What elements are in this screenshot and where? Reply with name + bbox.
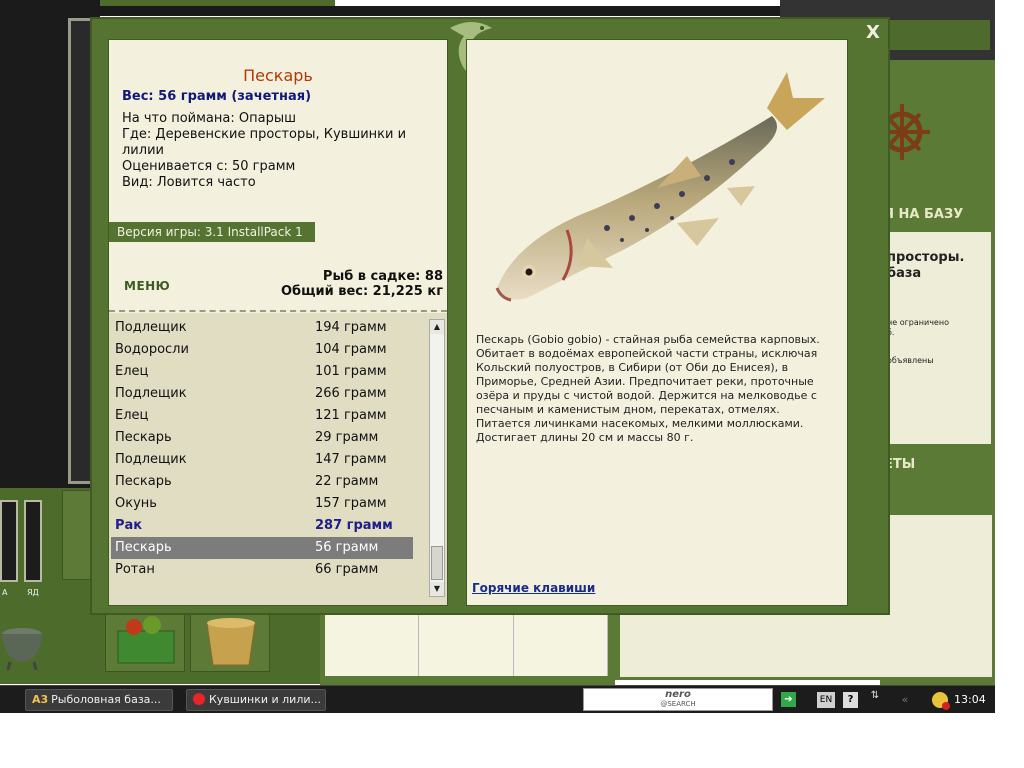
catch-weight: 157 грамм (315, 496, 387, 511)
catch-list-item[interactable]: Подлещик 194 грамм (111, 317, 413, 339)
catch-name: Елец (115, 408, 149, 423)
catch-weight: 104 грамм (315, 342, 387, 357)
bg-cells (325, 614, 608, 676)
bg-meter (0, 500, 18, 582)
bg-meter-label: А (2, 588, 8, 597)
catch-name: Рак (115, 518, 143, 533)
catch-weight: 147 грамм (315, 452, 387, 467)
taskbar: А3 Рыболовная база... Кувшинки и лили... … (0, 685, 995, 713)
security-warning-icon[interactable] (932, 692, 950, 710)
fish-details-panel: Пескарь Вес: 56 грамм (зачетная) На что … (108, 39, 448, 606)
catch-weight: 121 грамм (315, 408, 387, 423)
hotkeys-link[interactable]: Горячие клавиши (472, 581, 595, 595)
fish-bait: На что поймана: Опарыш (122, 111, 296, 126)
catch-weight: 66 грамм (315, 562, 379, 577)
close-button[interactable]: X (862, 22, 884, 44)
bg-cell[interactable] (325, 614, 420, 676)
scroll-up-icon[interactable]: ▲ (430, 320, 444, 334)
catch-weight: 287 грамм (315, 518, 393, 533)
catch-list-item[interactable]: Подлещик 266 грамм (111, 383, 413, 405)
catch-list: Подлещик 194 грамм Водоросли 104 грамм Еле… (111, 317, 413, 581)
fish-weight: Вес: 56 грамм (зачетная) (122, 89, 312, 104)
fish-description: Пескарь (Gobio gobio) - стайная рыба сем… (476, 333, 820, 444)
taskbar-item-opera[interactable]: Кувшинки и лили... (186, 689, 326, 711)
catch-list-item[interactable]: Водоросли 104 грамм (111, 339, 413, 361)
taskbar-item-label: Кувшинки и лили... (209, 693, 321, 706)
nero-search-label: @SEARCH (660, 700, 696, 708)
fish-frequency: Вид: Ловится часто (122, 175, 256, 190)
catch-weight: 194 грамм (315, 320, 387, 335)
network-icon[interactable]: ⇅ (868, 690, 882, 708)
bg-cell[interactable] (514, 614, 608, 676)
scroll-down-icon[interactable]: ▼ (430, 582, 444, 596)
catch-name: Пескарь (115, 430, 172, 445)
catch-name: Подлещик (115, 452, 187, 467)
bg-card-small-text-2: объявлены (887, 356, 934, 365)
catch-name: Водоросли (115, 342, 189, 357)
catch-list-item[interactable]: Елец 101 грамм (111, 361, 413, 383)
version-label: Версия игры: 3.1 InstallPack 1 (109, 222, 315, 242)
scroll-thumb[interactable] (431, 546, 443, 580)
fish-info: На что поймана: Опарыш Где: Деревенские … (122, 111, 432, 191)
catch-name: Подлещик (115, 386, 187, 401)
fish-location: Где: Деревенские просторы, Кувшинки и ли… (122, 127, 411, 158)
catch-list-item[interactable]: Пескарь 22 грамм (111, 471, 413, 493)
catch-list-area: Подлещик 194 грамм Водоросли 104 грамм Еле… (109, 313, 447, 605)
catch-name: Елец (115, 364, 149, 379)
catch-name: Пескарь (115, 474, 172, 489)
bg-meter (24, 500, 42, 582)
taskbar-item-label: Рыболовная база... (51, 693, 161, 706)
bg-meter-label: ЯД (27, 588, 39, 597)
a3-app-icon: А3 (32, 693, 49, 706)
bg-cell[interactable] (419, 614, 514, 676)
menu-button[interactable]: МЕНЮ (124, 279, 170, 293)
catch-name: Подлещик (115, 320, 187, 335)
go-arrow-icon[interactable]: ➔ (781, 692, 796, 707)
fish-count: Рыб в садке: 88 (322, 269, 443, 284)
pot-icon[interactable] (0, 612, 46, 670)
catch-list-item[interactable]: Пескарь 29 грамм (111, 427, 413, 449)
opera-icon (193, 693, 205, 705)
catch-weight: 29 грамм (315, 430, 379, 445)
taskbar-item-fishing-base[interactable]: А3 Рыболовная база... (25, 689, 173, 711)
divider (109, 310, 447, 312)
bg-right-card: просторы. база не ограничено б. объявлен… (885, 232, 991, 444)
nero-search-box[interactable]: nero @SEARCH (583, 688, 773, 711)
gudgeon-fish-image (495, 72, 825, 302)
taskbar-clock: 13:04 (954, 693, 986, 706)
language-indicator[interactable]: EN (817, 692, 835, 708)
fish-title: Пескарь (243, 66, 313, 85)
catch-list-item[interactable]: Елец 121 грамм (111, 405, 413, 427)
catch-list-item[interactable]: Ротан 66 грамм (111, 559, 413, 581)
fish-image-panel: Пескарь (Gobio gobio) - стайная рыба сем… (466, 39, 848, 606)
catch-stats: Рыб в садке: 88 Общий вес: 21,225 кг (281, 269, 443, 299)
bg-card-text: просторы. база (887, 250, 965, 281)
fish-rating-threshold: Оценивается с: 50 грамм (122, 159, 296, 174)
catch-name: Окунь (115, 496, 157, 511)
catch-weight: 22 грамм (315, 474, 379, 489)
bg-base-label[interactable]: Я НА БАЗУ (884, 207, 963, 222)
catch-weight: 266 грамм (315, 386, 387, 401)
bg-dark-strip (0, 6, 780, 16)
catch-list-item[interactable]: Подлещик 147 грамм (111, 449, 413, 471)
catch-weight: 101 грамм (315, 364, 387, 379)
nero-brand: nero (665, 689, 691, 700)
total-weight: Общий вес: 21,225 кг (280, 284, 443, 299)
catch-list-scrollbar[interactable]: ▲ ▼ (429, 319, 445, 597)
bg-card-small-text: не ограничено б. (887, 318, 949, 337)
ship-wheel-icon[interactable] (884, 92, 944, 172)
catch-list-item[interactable]: Рак 287 грамм (111, 515, 413, 537)
catch-list-item-selected[interactable]: Пескарь 56 грамм (111, 537, 413, 559)
catch-list-item[interactable]: Окунь 157 грамм (111, 493, 413, 515)
help-icon[interactable]: ? (843, 692, 858, 708)
tray-expand-chevron-icon[interactable]: « (892, 691, 918, 709)
catch-name: Пескарь (115, 540, 172, 555)
catch-name: Ротан (115, 562, 155, 577)
catch-weight: 56 грамм (315, 540, 379, 555)
